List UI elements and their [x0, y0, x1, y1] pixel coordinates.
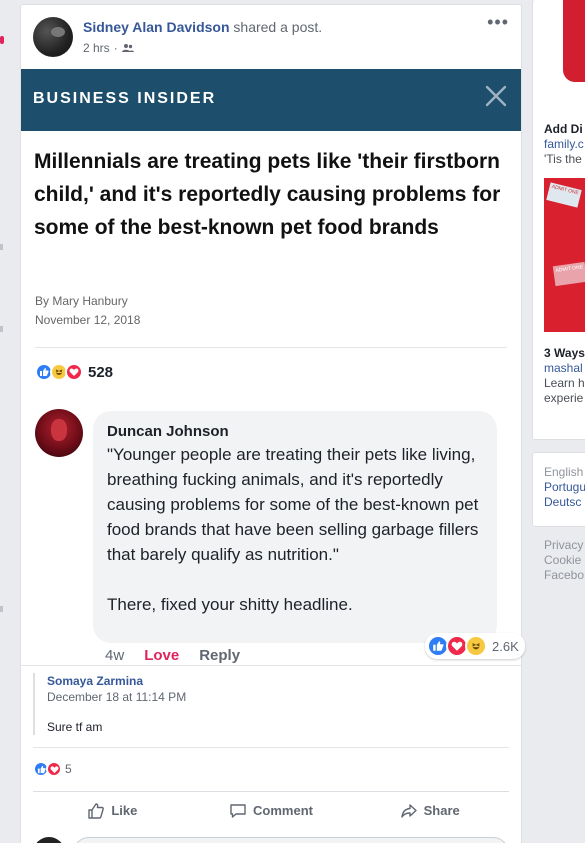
reply-button[interactable]: Reply [199, 647, 240, 664]
share-date[interactable]: December 18 at 11:14 PM [47, 689, 509, 705]
ad1-image[interactable] [563, 0, 585, 82]
comment-text: "Younger people are treating their pets … [107, 445, 479, 614]
left-edge-tick [0, 606, 3, 612]
article-headline[interactable]: Millennials are treating pets like 'thei… [34, 145, 504, 244]
left-column-edge [0, 0, 20, 843]
post-time[interactable]: 2 hrs [83, 41, 110, 55]
language-card: English Portugu Deutsc [532, 452, 585, 527]
article-date: November 12, 2018 [35, 313, 141, 327]
like-button[interactable]: Like [33, 792, 192, 829]
ad2-domain[interactable]: mashal [544, 361, 585, 376]
feed-post: Sidney Alan Davidson shared a post. 2 hr… [20, 4, 525, 843]
love-reaction-icon [65, 363, 83, 381]
viewer-avatar [33, 837, 65, 843]
friends-audience-icon[interactable] [121, 43, 134, 53]
language-current: English [544, 465, 584, 479]
left-edge-tick [0, 326, 3, 332]
post-meta: 2 hrs · [83, 41, 134, 55]
comment-reactions[interactable]: 2.6K [425, 633, 525, 659]
share-text: Sure tf am [47, 720, 103, 734]
article-author: By Mary Hanbury [35, 294, 128, 308]
post-action-bar: Like Comment Share [33, 791, 509, 829]
sharer-section: Somaya Zarmina December 18 at 11:14 PM S… [33, 673, 509, 735]
ticket-1: ADMIT ONE [546, 182, 582, 208]
article-header: BUSINESS INSIDER [21, 69, 521, 131]
share-reaction-count: 5 [65, 762, 72, 776]
ad2-image[interactable]: ADMIT ONE ADMIT ONE [544, 178, 585, 332]
cookies-link[interactable]: Cookie [544, 553, 585, 568]
author-avatar[interactable] [33, 17, 73, 57]
ad2-description-cont: experie [544, 391, 584, 405]
love-reaction-icon [46, 761, 62, 777]
post-action-text: shared a post. [233, 19, 323, 35]
sponsored-card: Add Di family.c 'Tis the ADMIT ONE ADMIT… [532, 0, 585, 440]
reaction-count[interactable]: 528 [88, 364, 113, 381]
thumbs-up-icon [88, 802, 105, 819]
facebook-copyright: Facebo [544, 568, 585, 582]
language-option-portuguese[interactable]: Portugu [544, 480, 585, 495]
comment-bubble: Duncan Johnson "Younger people are treat… [93, 411, 497, 643]
ad1-title[interactable]: Add Di [544, 122, 584, 137]
footer-links: Privacy Cookie Facebo [544, 538, 585, 583]
comment-composer [33, 837, 509, 843]
sharer-name[interactable]: Somaya Zarmina [47, 673, 509, 689]
language-option-german[interactable]: Deutsc [544, 495, 585, 510]
commenter-name[interactable]: Duncan Johnson [107, 423, 483, 440]
close-icon[interactable] [485, 85, 507, 107]
article-byline: By Mary Hanbury November 12, 2018 [35, 292, 140, 330]
publisher-logo: BUSINESS INSIDER [33, 90, 217, 107]
ad2-description: Learn h [544, 376, 585, 390]
comment-actions: 4w Love Reply [105, 647, 240, 664]
divider [35, 347, 507, 348]
divider [21, 665, 521, 666]
share-reactions[interactable]: 5 [33, 761, 72, 777]
comment-reaction-count: 2.6K [492, 638, 519, 654]
comment-time[interactable]: 4w [105, 647, 124, 664]
ad1-domain[interactable]: family.c [544, 137, 584, 152]
privacy-link[interactable]: Privacy [544, 538, 585, 553]
comment-button[interactable]: Comment [192, 792, 351, 829]
left-edge-tick [0, 244, 3, 250]
share-arrow-icon [400, 803, 417, 818]
ad1-description: 'Tis the [544, 152, 582, 166]
post-header: Sidney Alan Davidson shared a post. 2 hr… [33, 13, 509, 61]
write-comment-input[interactable] [73, 837, 509, 843]
commenter-avatar[interactable] [35, 409, 83, 457]
ticket-2: ADMIT ONE [552, 261, 585, 287]
more-options-icon[interactable]: ••• [487, 13, 509, 31]
haha-reaction-icon [465, 635, 487, 657]
comment-icon [230, 803, 246, 818]
love-button[interactable]: Love [144, 647, 179, 664]
author-name[interactable]: Sidney Alan Davidson [83, 19, 230, 35]
share-button[interactable]: Share [350, 792, 509, 829]
ad2-title[interactable]: 3 Ways [544, 346, 585, 361]
divider [33, 747, 509, 748]
notification-dot [0, 36, 4, 44]
post-reactions[interactable]: 528 [35, 363, 113, 381]
